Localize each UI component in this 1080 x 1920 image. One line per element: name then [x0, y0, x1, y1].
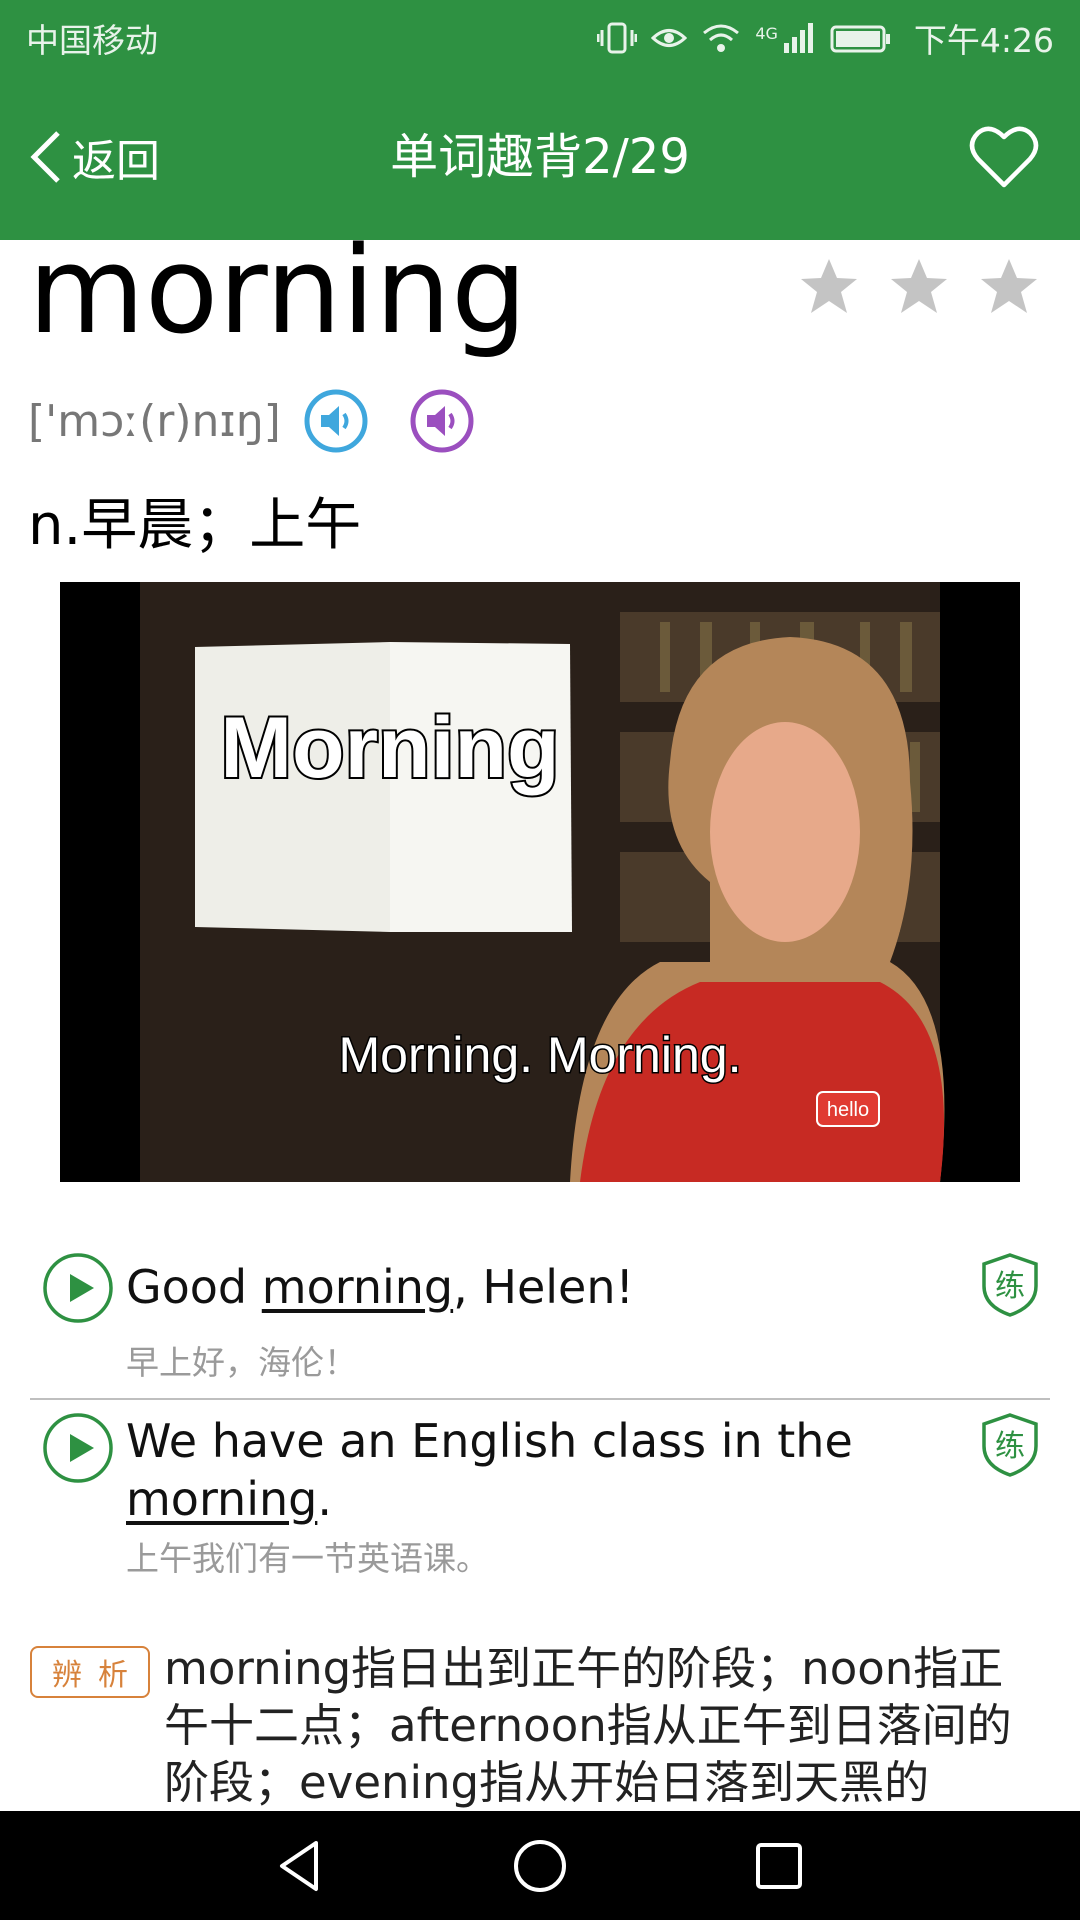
network-type: 4G [755, 23, 778, 43]
example-text: , Helen! [453, 1260, 634, 1314]
example-translation: 上午我们有一节英语课。 [126, 1539, 489, 1578]
phonetic-transcription: ['mɔː(r)nɪŋ] [28, 395, 281, 447]
video-player[interactable]: Morning hello Morning. Morning. [60, 582, 1020, 1182]
clock: 下午4:26 [913, 20, 1054, 60]
home-circle-icon[interactable] [509, 1835, 571, 1897]
word-headword: morning [28, 222, 528, 361]
example-text: Good [126, 1260, 262, 1314]
divider [30, 1398, 1050, 1400]
example-translation: 早上好，海伦！ [126, 1343, 357, 1382]
carrier-name: 中国移动 [26, 20, 158, 60]
star-icon[interactable] [978, 256, 1040, 318]
analysis-text: morning指日出到正午的阶段；noon指正午十二点；afternoon指从正… [164, 1642, 1012, 1809]
example-text: . [317, 1472, 332, 1526]
pronunciation-row: ['mɔː(r)nɪŋ] [28, 388, 475, 454]
play-icon[interactable] [42, 1412, 114, 1484]
eye-icon [651, 28, 688, 47]
back-triangle-icon[interactable] [270, 1835, 332, 1897]
speaker-uk-icon[interactable] [303, 388, 369, 454]
example-keyword: morning [126, 1472, 318, 1526]
recents-square-icon[interactable] [748, 1835, 810, 1897]
example-english: Good morning, Helen! [126, 1258, 886, 1316]
example-keyword: morning [261, 1260, 454, 1314]
analysis-badge: 辨析 [30, 1646, 150, 1698]
heart-icon[interactable] [968, 121, 1040, 193]
video-subtitle: Morning. Morning. [339, 1027, 742, 1083]
page-title: 单词趣背2/29 [390, 129, 690, 185]
vibrate-icon [597, 22, 638, 53]
example-text: We have an English class in the [126, 1414, 853, 1468]
video-logo: hello [827, 1099, 869, 1121]
star-icon[interactable] [888, 256, 950, 318]
word-definition: n.早晨；上午 [28, 493, 362, 558]
signal-icon [783, 22, 813, 53]
video-board-caption: Morning [220, 700, 559, 796]
system-nav-bar [0, 1811, 1080, 1920]
star-icon[interactable] [798, 256, 860, 318]
practice-shield-icon[interactable]: 练 [980, 1252, 1040, 1318]
practice-shield-icon[interactable]: 练 [980, 1412, 1040, 1478]
system-icons: 4G 下午4:26 [597, 14, 1054, 62]
battery-icon [830, 25, 890, 52]
practice-label: 练 [995, 1429, 1025, 1464]
app-header: 返回 单词趣背2/29 [0, 75, 1080, 240]
example-english: We have an English class in the morning. [126, 1412, 886, 1528]
video-frame: Morning hello Morning. Morning. [60, 582, 1020, 1182]
status-bar: 中国移动 4G 下午4:26 [0, 0, 1080, 75]
play-icon[interactable] [42, 1252, 114, 1324]
practice-label: 练 [995, 1269, 1025, 1304]
wifi-icon [703, 24, 740, 52]
star-rating[interactable] [798, 256, 1040, 318]
speaker-us-icon[interactable] [409, 388, 475, 454]
